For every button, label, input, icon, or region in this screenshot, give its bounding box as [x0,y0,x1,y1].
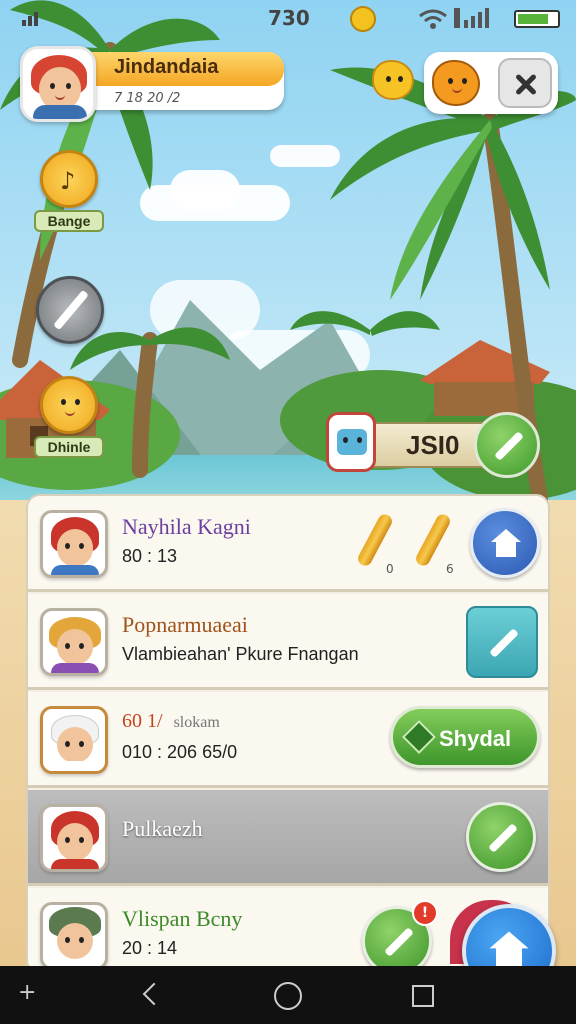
close-button[interactable] [498,58,552,108]
player-avatar[interactable] [20,46,96,122]
home-icon [491,529,521,559]
microphone-button[interactable] [466,802,536,872]
player-time: 20 : 14 [122,938,178,958]
mask-icon [326,412,376,472]
home-nav-button[interactable] [274,982,302,1010]
list-item[interactable]: Pulkaezh [28,790,548,886]
badge-dhinle[interactable]: Dhinle [34,376,104,458]
badge-label: Dhinle [34,436,104,458]
gem-icon [402,720,436,754]
avatar [40,608,108,676]
player-title: 60 1/ slokam [122,710,220,732]
avatar [40,510,108,578]
list-item[interactable]: 60 1/ slokam 010 : 206 65/0 Shydal [28,692,548,788]
shydal-button[interactable]: Shydal [390,706,540,768]
tiger-icon[interactable] [432,60,480,106]
player-title: Vlispan Bcny [122,906,243,931]
player-title: Nayhila Kagni [122,514,251,539]
list-item[interactable]: Popnarmuaeai Vlambieahan' Pkure Fnangan [28,594,548,690]
music-note-icon: ♪ [40,150,98,208]
microphone-icon [488,823,518,853]
badge-label: Bange [34,210,104,232]
list-item[interactable]: Nayhila Kagni 80 : 13 0 6 [28,496,548,592]
back-button[interactable] [138,982,166,1010]
avatar [40,902,108,970]
player-stats: 010 : 206 65/0 [122,742,238,762]
battery-icon [514,10,560,28]
player-time: 80 : 13 [122,546,178,566]
avatar [40,706,108,774]
signal-icon [22,10,42,26]
player-title: Popnarmuaeai [122,612,248,637]
notification-badge: ! [412,900,438,926]
player-id: 7 18 20 /2 [114,91,181,106]
bone-item-icon [355,511,395,569]
item-count: 6 [446,562,454,576]
bone-item-icon [413,511,453,569]
clock: 730 [268,6,310,30]
friends-list: Nayhila Kagni 80 : 13 0 6 Popnarmuaeai V… [26,494,550,974]
sword-icon[interactable] [36,276,104,344]
smiley-mascot-icon[interactable] [372,60,414,100]
svg-text:♪: ♪ [60,167,75,195]
edit-button[interactable] [466,606,538,678]
avatar [40,804,108,872]
plus-icon[interactable]: + [18,980,46,1008]
player-name: Jindandaia [114,56,219,78]
pencil-icon [384,927,414,957]
smiley-icon [40,376,98,434]
edit-icon [489,628,519,658]
player-title: Pulkaezh [122,816,203,841]
system-nav-bar: + [0,966,576,1024]
score-value: JSI0 [406,430,460,460]
recents-button[interactable] [412,985,434,1007]
score-action-button[interactable] [474,412,540,478]
player-profile[interactable]: Jindandaia 7 18 20 /2 [20,46,284,122]
wifi-icon [419,9,447,29]
home-icon [489,931,529,971]
item-count: 0 [386,562,394,576]
score-display[interactable]: JSI0 [326,410,544,478]
cellular-icon [454,8,489,28]
status-bar: 730 [0,0,576,36]
home-button[interactable] [470,508,540,578]
coin-icon [350,6,376,32]
badge-bange[interactable]: ♪ Bange [34,150,104,232]
player-status: Vlambieahan' Pkure Fnangan [122,644,359,664]
